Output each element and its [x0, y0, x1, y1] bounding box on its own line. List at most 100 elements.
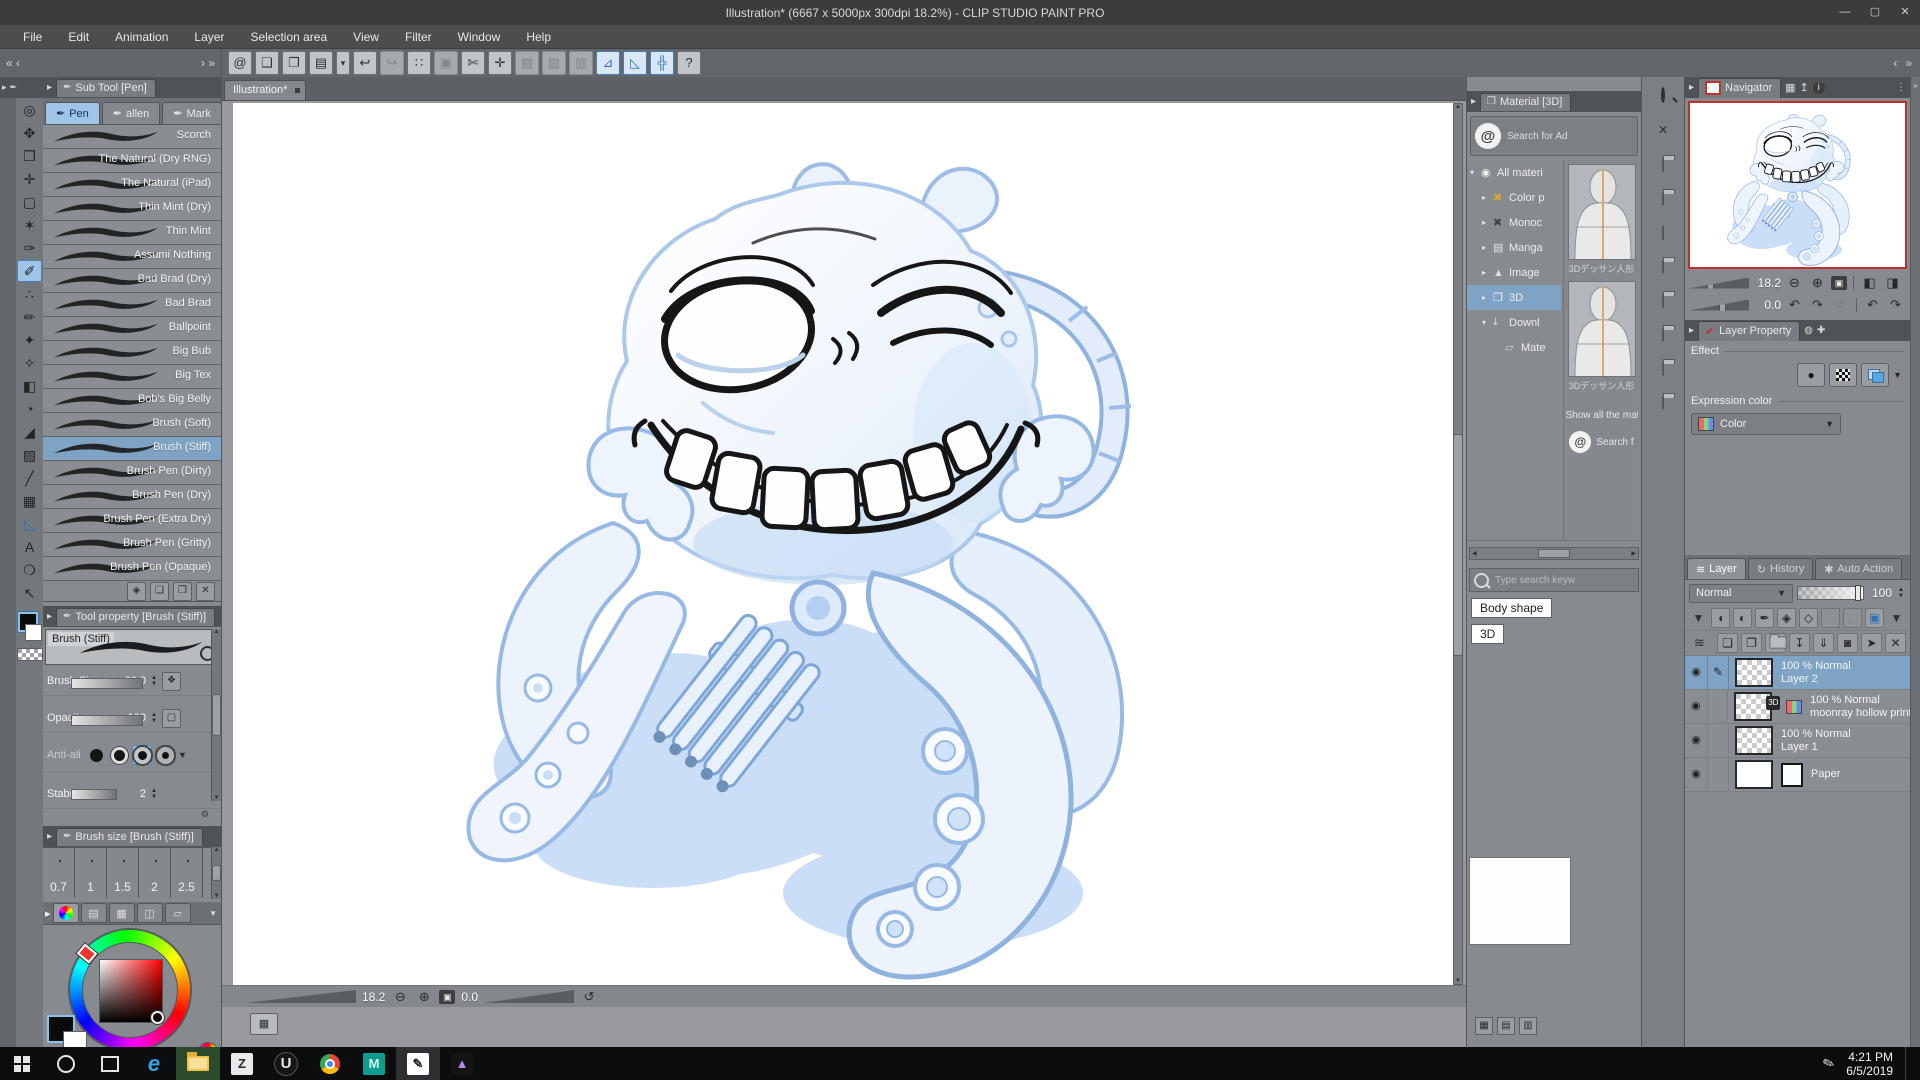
transfer-to-lower-layer-icon[interactable]: ↧	[1789, 633, 1810, 653]
panel-menu-icon[interactable]: ▸	[47, 831, 52, 842]
lock-transparent-pixels-icon[interactable]: ◇	[1799, 608, 1818, 628]
material-tag[interactable]: 3D	[1471, 624, 1504, 644]
menu-item[interactable]: View	[340, 25, 392, 49]
brush-list-item[interactable]: Brush (Stiff)	[43, 437, 221, 461]
layer-more-dropdown-icon[interactable]: ▼	[1887, 608, 1906, 628]
menu-item[interactable]: Selection area	[237, 25, 340, 49]
tone-tab-icon[interactable]: ◍	[1804, 325, 1813, 336]
tool-property-scrollbar[interactable]: ▲▼	[211, 629, 221, 801]
expand-right-icon[interactable]: ›	[201, 56, 205, 70]
task-view-icon[interactable]	[88, 1047, 132, 1080]
clip-to-layer-below-icon[interactable]: ❏	[1821, 608, 1840, 628]
material-footer-search[interactable]: @ Search f	[1569, 431, 1633, 453]
gradient-tool[interactable]: ▨	[17, 444, 42, 466]
deselect-icon[interactable]: ∷	[407, 51, 431, 75]
minimize-button[interactable]: —	[1830, 0, 1860, 25]
help-icon[interactable]: ?	[677, 51, 701, 75]
menu-item[interactable]: Layer	[181, 25, 237, 49]
set-as-reference-icon[interactable]: ◫	[1843, 608, 1862, 628]
material-folder-2[interactable]	[1662, 193, 1664, 205]
crop-icon[interactable]: ▨	[515, 51, 539, 75]
menu-item[interactable]: File	[10, 25, 55, 49]
anti-aliasing-dropdown-icon[interactable]: ▼	[178, 750, 187, 760]
material-folder-7[interactable]	[1662, 397, 1664, 409]
brush-size-dynamics-icon[interactable]: ❖	[162, 672, 181, 691]
layer-color-effect-icon[interactable]	[1861, 363, 1889, 387]
pen-input-tray-icon[interactable]: ✎	[1820, 1054, 1837, 1074]
zoom-slider-knob[interactable]	[1707, 275, 1714, 294]
brush-size-preset[interactable]: 1	[75, 848, 107, 898]
canvas-reset-rotation-icon[interactable]: ↺	[580, 989, 598, 1005]
invert-selection-icon[interactable]: ▣	[434, 51, 458, 75]
keyboard-shortcut-icon[interactable]: ▦	[250, 1013, 278, 1035]
layer-opacity-value[interactable]: 100	[1868, 586, 1892, 600]
layer-thumbnail[interactable]: 3D	[1735, 760, 1773, 789]
tree-expander-icon[interactable]: ▸	[1482, 193, 1490, 202]
layer-thumbnail[interactable]: 3D	[1734, 692, 1772, 721]
navigator-fit-icon[interactable]: ▣	[1831, 276, 1847, 290]
canvas-zoom-out-icon[interactable]: ⊖	[391, 989, 409, 1005]
draft-layer-icon[interactable]: ✒	[1755, 608, 1774, 628]
close-button[interactable]: ✕	[1890, 0, 1920, 25]
material-close-icon[interactable]: ✕	[1658, 123, 1668, 137]
menu-item[interactable]: Help	[513, 25, 564, 49]
layer-row[interactable]: ◉ ✎ 3D 100 % Normal Layer 1	[1685, 724, 1910, 758]
brush-list-item[interactable]: Scorch	[43, 125, 221, 149]
material-tree-item[interactable]: ▸ ✖ Color p	[1467, 185, 1561, 210]
material-horizontal-scrollbar[interactable]: ◀▶	[1469, 547, 1639, 560]
navigator-preview[interactable]	[1688, 101, 1907, 269]
tab-layer[interactable]: ≋ Layer	[1687, 558, 1746, 579]
brush-list-item[interactable]: Bad Brad (Dry)	[43, 269, 221, 293]
layer-row[interactable]: ◉ ✎ 3D 100 % Normal Layer 2	[1685, 656, 1910, 690]
menu-item[interactable]: Window	[445, 25, 514, 49]
navigator-zoom-in-icon[interactable]: ⊕	[1808, 275, 1827, 291]
material-item[interactable]: 3Dデッサン人形	[1568, 281, 1636, 392]
brush-list-item[interactable]: Thin Mint (Dry)	[43, 197, 221, 221]
stabilization-slider[interactable]	[71, 789, 117, 800]
tree-expander-icon[interactable]: ▸	[1482, 218, 1490, 227]
sparkle-tool[interactable]: ✦	[17, 329, 42, 351]
brush-tool[interactable]: ✐	[17, 260, 42, 282]
quick-share-tab-icon[interactable]: ↥	[1800, 81, 1809, 94]
collapse-dock-icon[interactable]: »	[1913, 81, 1917, 90]
canvas-rotation-value[interactable]: 0.0	[461, 990, 478, 1004]
taskbar-clock[interactable]: 4:21 PM 6/5/2019	[1846, 1050, 1893, 1078]
chrome-icon[interactable]	[308, 1047, 352, 1080]
frame-border-tool[interactable]: ▦	[17, 490, 42, 512]
clip-studio-home-icon[interactable]: @	[228, 51, 252, 75]
navigator-rotation-value[interactable]: 0.0	[1753, 298, 1781, 312]
navigator-zoom-slider[interactable]	[1689, 278, 1749, 289]
material-search-assets-button[interactable]: @ Search for Ad	[1470, 116, 1638, 156]
layer-thumbnail[interactable]: 3D	[1735, 658, 1773, 687]
zbrush-icon[interactable]: Z	[220, 1047, 264, 1080]
brush-size-slider[interactable]	[71, 678, 143, 689]
tone-effect-icon[interactable]	[1829, 363, 1857, 387]
blend-mode-dropdown[interactable]: Normal ▼	[1689, 584, 1793, 603]
document-tab[interactable]: Illustration*	[224, 80, 306, 100]
brush-list-item[interactable]: The Natural (iPad)	[43, 173, 221, 197]
color-tab-overflow-icon[interactable]: ▼	[209, 909, 221, 918]
quick-mask-icon[interactable]: ◖	[1711, 608, 1730, 628]
wrench-settings-icon[interactable]: ⚙	[201, 809, 209, 823]
material-folder-5[interactable]	[1662, 329, 1664, 341]
merge-with-lower-layer-icon[interactable]: ⇓	[1813, 633, 1834, 653]
selection-tool[interactable]: ▢	[17, 191, 42, 213]
brush-list-item[interactable]: Ballpoint	[43, 317, 221, 341]
navigator-zoom-value[interactable]: 18.2	[1753, 276, 1781, 290]
menu-item[interactable]: Filter	[392, 25, 445, 49]
panel-expander-icon[interactable]: ▸	[2, 82, 7, 93]
rotation-slider-knob[interactable]	[1719, 297, 1726, 316]
menu-item[interactable]: Edit	[55, 25, 102, 49]
move-tool[interactable]: ✥	[17, 122, 42, 144]
brush-list-item[interactable]: Brush Pen (Opaque)	[43, 557, 221, 581]
canvas-vertical-scrollbar[interactable]: ▲▼	[1453, 103, 1463, 985]
information-tab-icon[interactable]: i	[1813, 82, 1825, 94]
opacity-slider[interactable]	[71, 715, 143, 726]
redo-icon[interactable]: ↪	[380, 51, 404, 75]
delete-layer-icon[interactable]: ✕	[1885, 633, 1906, 653]
scale-rotate-icon[interactable]: ✛	[488, 51, 512, 75]
brush-list-item[interactable]: Bad Brad	[43, 293, 221, 317]
collapse-right-icon[interactable]: »	[1905, 56, 1912, 70]
new-raster-layer-icon[interactable]: ❏	[1717, 633, 1738, 653]
new-file-icon[interactable]: ❏	[255, 51, 279, 75]
